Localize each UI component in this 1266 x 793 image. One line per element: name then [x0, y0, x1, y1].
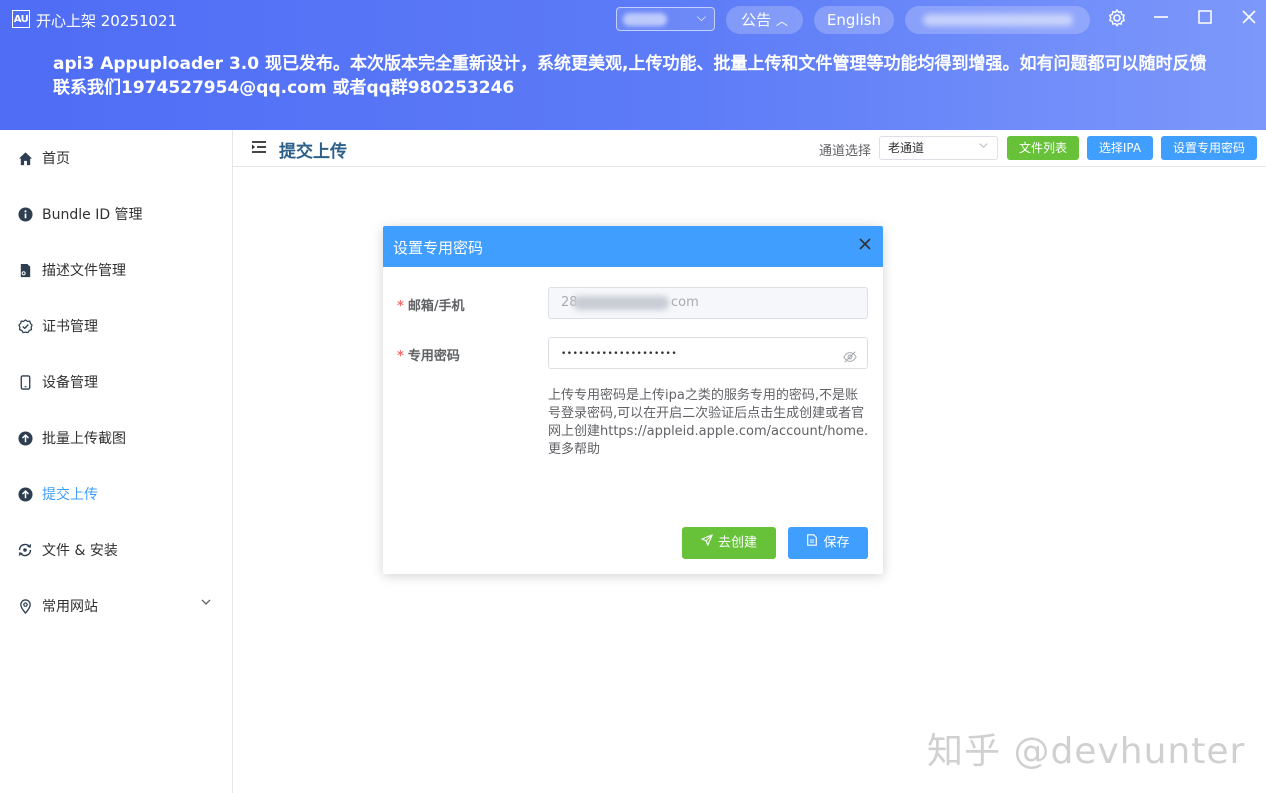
sidebar-item-websites[interactable]: 常用网站 [0, 578, 232, 634]
phone-icon [17, 374, 33, 390]
certificate-check-icon [17, 318, 33, 334]
sidebar-item-batch-screenshots[interactable]: 批量上传截图 [0, 410, 232, 466]
sidebar-item-label: 提交上传 [42, 487, 98, 503]
save-label: 保存 [823, 535, 850, 551]
sidebar-item-bundle-id[interactable]: Bundle ID 管理 [0, 186, 232, 242]
email-field[interactable]: 28 com [548, 287, 868, 319]
sidebar-item-profiles[interactable]: 描述文件管理 [0, 242, 232, 298]
sidebar-item-devices[interactable]: 设备管理 [0, 354, 232, 410]
channel-label: 通道选择 [819, 144, 872, 159]
minimize-icon[interactable] [1149, 8, 1173, 31]
create-button[interactable]: 去创建 [682, 527, 776, 559]
sidebar: 首页 Bundle ID 管理 描述文件管理 证书管理 设备管理 批量上传截图 … [0, 130, 233, 793]
sidebar-item-label: 首页 [42, 151, 70, 167]
channel-value: 老通道 [888, 141, 925, 155]
password-value: •••••••••••••••••••• [561, 349, 678, 359]
send-icon [701, 527, 713, 559]
announcement-banner: api3 Appuploader 3.0 现已发布。本次版本完全重新设计，系统更… [53, 54, 1207, 98]
sidebar-item-label: Bundle ID 管理 [42, 207, 143, 223]
sync-icon [17, 542, 33, 558]
chevron-up-icon: ︿ [775, 14, 788, 28]
password-dialog: 设置专用密码 * 邮箱/手机 28 com * 专用密码 •••••••••••••… [383, 226, 883, 574]
dialog-title: 设置专用密码 [393, 239, 484, 257]
sidebar-item-files-install[interactable]: 文件 & 安装 [0, 522, 232, 578]
sidebar-item-label: 设备管理 [42, 375, 98, 391]
email-suffix: com [671, 295, 699, 310]
sidebar-item-label: 证书管理 [42, 319, 98, 335]
upload-circle-icon [17, 430, 33, 446]
sidebar-item-label: 文件 & 安装 [42, 543, 118, 559]
watermark: 知乎 @devhunter [927, 731, 1246, 772]
dialog-header: 设置专用密码 [383, 226, 883, 267]
page-title: 提交上传 [279, 142, 347, 162]
menu-fold-icon[interactable] [251, 139, 267, 155]
sidebar-item-label: 描述文件管理 [42, 263, 126, 279]
select-ipa-button[interactable]: 选择IPA [1087, 136, 1153, 160]
settings-icon[interactable] [1105, 8, 1129, 33]
set-password-button[interactable]: 设置专用密码 [1161, 136, 1257, 160]
account-select[interactable]: ⌵ [616, 7, 715, 31]
channel-select[interactable]: 老通道 [879, 136, 998, 160]
chevron-down-icon [200, 596, 212, 611]
info-circle-icon [17, 206, 33, 222]
document-icon [806, 527, 818, 559]
sidebar-item-home[interactable]: 首页 [0, 130, 232, 186]
maximize-icon[interactable] [1193, 8, 1217, 31]
email-label: * 邮箱/手机 [397, 299, 465, 314]
language-button[interactable]: English [814, 6, 894, 34]
password-label: * 专用密码 [397, 349, 460, 364]
home-icon [17, 150, 33, 166]
upload-circle-icon [17, 486, 33, 502]
blurred-value [623, 13, 667, 26]
sidebar-item-label: 常用网站 [42, 599, 98, 615]
save-button[interactable]: 保存 [788, 527, 868, 559]
create-label: 去创建 [717, 535, 757, 551]
sidebar-item-submit-upload[interactable]: 提交上传 [0, 466, 232, 522]
top-banner-area: AU 开心上架 20251021 ⌵ 公告 ︿ English api3 App… [0, 0, 1266, 130]
main-header: 提交上传 通道选择 老通道 文件列表 选择IPA 设置专用密码 [233, 130, 1266, 167]
chevron-down-icon [978, 137, 989, 159]
blurred-account [923, 14, 1073, 26]
title-bar: AU 开心上架 20251021 ⌵ 公告 ︿ English [0, 0, 1266, 40]
app-title: 开心上架 20251021 [36, 12, 178, 30]
chevron-down-icon: ⌵ [696, 10, 706, 24]
close-icon[interactable] [1237, 8, 1261, 31]
account-badge[interactable] [905, 6, 1090, 34]
notice-button[interactable]: 公告 ︿ [726, 6, 803, 34]
document-icon [17, 262, 33, 278]
location-icon [17, 598, 33, 614]
notice-label: 公告 [741, 11, 772, 29]
close-icon[interactable] [855, 235, 875, 256]
password-field[interactable]: •••••••••••••••••••• [548, 337, 868, 369]
password-help-text: 上传专用密码是上传ipa之类的服务专用的密码,不是账号登录密码,可以在开启二次验… [548, 388, 869, 457]
sidebar-item-label: 批量上传截图 [42, 431, 126, 447]
eye-hidden-icon[interactable] [843, 346, 857, 363]
app-logo: AU [12, 10, 30, 28]
sidebar-item-certificates[interactable]: 证书管理 [0, 298, 232, 354]
blurred-email [573, 296, 669, 310]
file-list-button[interactable]: 文件列表 [1007, 136, 1079, 160]
